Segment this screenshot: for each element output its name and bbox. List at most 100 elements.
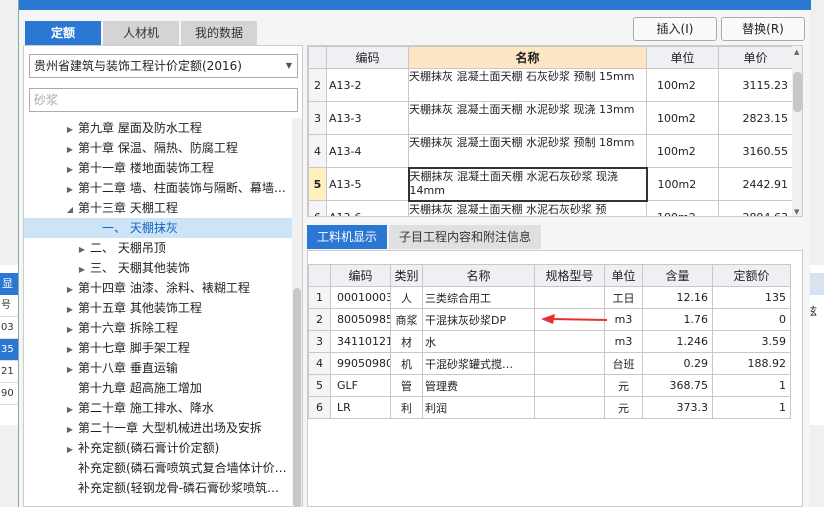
table-row[interactable]: 4 A13-4 天棚抹灰 混凝土面天棚 水泥砂浆 预制 18mm 100m2 3160.…	[308, 134, 793, 168]
column-header[interactable]: 单价	[718, 46, 793, 69]
expand-arrow-icon[interactable]: ▶	[76, 240, 88, 258]
material-unit: 元	[604, 396, 643, 419]
expand-arrow-icon[interactable]: ▶	[64, 120, 76, 138]
tree-item-label: 补充定额(磷石膏计价定额)	[78, 441, 220, 455]
table-row[interactable]: 6 A13-6 天棚抹灰 混凝土面天棚 水泥石灰砂浆 预 100m2 2894.63	[308, 200, 793, 216]
expanded-icon[interactable]: ◢	[64, 200, 76, 218]
chevron-down-icon[interactable]: ▼	[286, 55, 292, 77]
table-row[interactable]: 1 00010003 人三类综合用工 工日 12.16 135	[308, 286, 791, 309]
tab-material-display[interactable]: 工料机显示	[307, 225, 388, 249]
expand-arrow-icon[interactable]: ▶	[64, 400, 76, 418]
material-code: GLF	[330, 374, 391, 397]
tree-item[interactable]: ▶ 第十七章 脚手架工程	[24, 338, 292, 358]
quota-library-select[interactable]: 贵州省建筑与装饰工程计价定额(2016) ▼	[29, 54, 298, 78]
column-header[interactable]: 规格型号	[534, 264, 605, 287]
material-name: 管理费	[422, 374, 535, 397]
tab-sub-item-notes[interactable]: 子目工程内容和附注信息	[389, 225, 542, 249]
row-index: 4	[308, 134, 327, 168]
column-header[interactable]	[308, 46, 327, 69]
tree-item[interactable]: 补充定额(轻钢龙骨-磷石膏砂浆喷筑…	[24, 478, 292, 498]
tree-item[interactable]: 补充定额(磷石膏喷筑式复合墙体计价…	[24, 458, 292, 478]
tree-item[interactable]: ▶ 三、 天棚其他装饰	[24, 258, 292, 278]
column-header[interactable]: 编码	[330, 264, 391, 287]
row-index: 2	[308, 308, 331, 331]
expand-arrow-icon[interactable]: ▶	[64, 160, 76, 178]
material-qty: 0.29	[642, 352, 713, 375]
tree-item[interactable]: ▶ 第十章 保温、隔热、防腐工程	[24, 138, 292, 158]
column-header[interactable]: 名称	[422, 264, 535, 287]
row-index: 4	[308, 352, 331, 375]
column-header[interactable]	[308, 264, 331, 287]
table-row[interactable]: 5 GLF 管管理费 元 368.75 1	[308, 374, 791, 397]
expand-arrow-icon[interactable]: ▶	[64, 300, 76, 318]
quota-table-scrollbar[interactable]: ▲ ▼	[792, 46, 802, 216]
table-row[interactable]: 3 A13-3 天棚抹灰 混凝土面天棚 水泥砂浆 现浇 13mm 100m2 2823.…	[308, 101, 793, 135]
quota-unit: 100m2	[646, 134, 719, 168]
tree-item[interactable]: ▶ 第十二章 墙、柱面装饰与隔断、幕墙…	[24, 178, 292, 198]
tree-item-label: 第二十一章 大型机械进出场及安拆	[78, 421, 262, 435]
table-row[interactable]: 4 99050980 机干混砂浆罐式搅… 台班 0.29 188.92	[308, 352, 791, 375]
background-cell: 21	[0, 361, 18, 383]
tree-item[interactable]: ▶ 第十一章 楼地面装饰工程	[24, 158, 292, 178]
tree-item[interactable]: ▶ 第二十一章 大型机械进出场及安拆	[24, 418, 292, 438]
column-header[interactable]: 定额价	[712, 264, 791, 287]
tree-item[interactable]: ▶ 二、 天棚吊顶	[24, 238, 292, 258]
tree-item-label: 第十六章 拆除工程	[78, 321, 178, 335]
tab-quota[interactable]: 定额	[25, 21, 101, 45]
tree-item[interactable]: ◢ 第十三章 天棚工程	[24, 198, 292, 218]
expand-arrow-icon[interactable]: ▶	[64, 320, 76, 338]
tree-item[interactable]: ▶ 第十八章 垂直运输	[24, 358, 292, 378]
column-header[interactable]: 单位	[604, 264, 643, 287]
quota-table-scrollbar-thumb[interactable]	[793, 72, 802, 112]
replace-button[interactable]: 替换(R)	[721, 17, 805, 41]
tree-item-label: 第十九章 超高施工增加	[78, 381, 202, 395]
material-spec	[534, 396, 605, 419]
tree-item[interactable]: ▶ 第十六章 拆除工程	[24, 318, 292, 338]
table-row[interactable]: 3 34110121 材水 m3 1.246 3.59	[308, 330, 791, 353]
tree-item[interactable]: 第十九章 超高施工增加	[24, 378, 292, 398]
expand-arrow-icon[interactable]: ▶	[64, 280, 76, 298]
tree-scrollbar-thumb[interactable]	[293, 288, 301, 507]
insert-button[interactable]: 插入(I)	[633, 17, 717, 41]
material-code: 34110121	[330, 330, 391, 353]
expand-arrow-icon[interactable]: ▶	[64, 180, 76, 198]
material-spec	[534, 286, 605, 309]
column-header[interactable]: 类别	[390, 264, 423, 287]
quota-price: 2442.91	[718, 167, 793, 201]
tree-item[interactable]: ▶ 第二十章 施工排水、降水	[24, 398, 292, 418]
table-row[interactable]: 6 LR 利利润 元 373.3 1	[308, 396, 791, 419]
column-header[interactable]: 含量	[642, 264, 713, 287]
tab-labor-material-machine[interactable]: 人材机	[103, 21, 179, 45]
tree-item-label: 三、 天棚其他装饰	[90, 261, 190, 275]
background-cell: 号	[0, 295, 18, 317]
expand-arrow-icon[interactable]: ▶	[64, 360, 76, 378]
row-index: 5	[308, 374, 331, 397]
expand-arrow-icon[interactable]: ▶	[64, 420, 76, 438]
expand-arrow-icon[interactable]: ▶	[76, 260, 88, 278]
column-header[interactable]: 单位	[646, 46, 719, 69]
tab-my-data[interactable]: 我的数据	[181, 21, 257, 45]
quota-price: 2823.15	[718, 101, 793, 135]
expand-arrow-icon[interactable]: ▶	[64, 440, 76, 458]
background-cell: 03	[0, 317, 18, 339]
material-unit: m3	[604, 330, 643, 353]
tree-item-label: 第十四章 油漆、涂料、裱糊工程	[78, 281, 250, 295]
expand-arrow-icon[interactable]: ▶	[64, 340, 76, 358]
column-header[interactable]: 名称	[408, 46, 647, 69]
tree-item[interactable]: ▶ 补充定额(磷石膏计价定额)	[24, 438, 292, 458]
tree-item[interactable]: ▶ 第九章 屋面及防水工程	[24, 118, 292, 138]
table-row[interactable]: 2 A13-2 天棚抹灰 混凝土面天棚 石灰砂浆 预制 15mm 100m2 3115.…	[308, 68, 793, 102]
quota-name: 天棚抹灰 混凝土面天棚 水泥砂浆 现浇 13mm	[408, 101, 647, 135]
search-input[interactable]: 砂浆	[29, 88, 298, 112]
expand-arrow-icon[interactable]: ▶	[64, 140, 76, 158]
tree-scrollbar[interactable]	[292, 118, 302, 507]
column-header[interactable]: 编码	[326, 46, 409, 69]
tree-item[interactable]: ▶ 第十五章 其他装饰工程	[24, 298, 292, 318]
tree-item[interactable]: ▶ 第十四章 油漆、涂料、裱糊工程	[24, 278, 292, 298]
material-price: 0	[712, 308, 791, 331]
material-name: 干混抹灰砂浆DP	[422, 308, 535, 331]
tree-item[interactable]: 一、 天棚抹灰	[24, 218, 292, 238]
scroll-up-icon[interactable]: ▲	[794, 48, 799, 56]
scroll-down-icon[interactable]: ▼	[794, 208, 799, 216]
table-row[interactable]: 5 A13-5 天棚抹灰 混凝土面天棚 水泥石灰砂浆 现浇 14mm 100m2 244…	[308, 166, 793, 202]
